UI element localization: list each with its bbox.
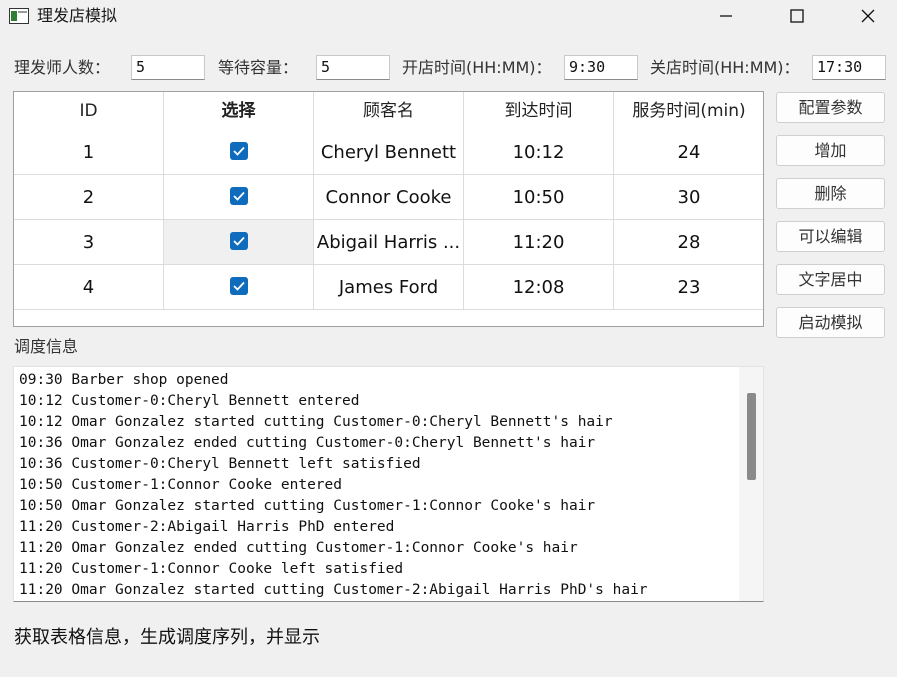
maximize-button[interactable] (774, 0, 820, 32)
log-lines: 09:30 Barber shop opened 10:12 Customer-… (19, 370, 737, 601)
title-bar: 理发店模拟 (0, 0, 897, 32)
cell-id[interactable]: 1 (14, 130, 164, 175)
minimize-button[interactable] (703, 0, 749, 32)
log-label: 调度信息 (14, 337, 79, 356)
close-icon (861, 9, 875, 23)
log-scrollbar[interactable] (739, 367, 763, 601)
table-row[interactable]: 3 Abigail Harris ... 11:20 28 (14, 220, 763, 265)
log-line: 11:20 Customer-1:Connor Cooke left satis… (19, 561, 404, 577)
add-button[interactable]: 增加 (776, 135, 885, 166)
close-button[interactable] (845, 0, 891, 32)
log-textarea[interactable]: 09:30 Barber shop opened 10:12 Customer-… (13, 366, 764, 602)
editable-button[interactable]: 可以编辑 (776, 221, 885, 252)
log-line: 10:12 Customer-0:Cheryl Bennett entered (19, 393, 360, 409)
checkmark-icon (232, 236, 245, 246)
cell-select[interactable] (164, 220, 314, 265)
scrollbar-thumb[interactable] (747, 393, 756, 480)
column-header-id[interactable]: ID (14, 92, 164, 130)
checkbox[interactable] (229, 232, 248, 250)
cell-name[interactable]: Abigail Harris ... (314, 220, 464, 265)
cell-service[interactable]: 28 (614, 220, 763, 265)
checkbox[interactable] (229, 187, 248, 205)
config-button[interactable]: 配置参数 (776, 92, 885, 123)
cell-id[interactable]: 4 (14, 265, 164, 310)
cell-service[interactable]: 24 (614, 130, 763, 175)
cell-select[interactable] (164, 175, 314, 220)
close-time-input[interactable]: 17:30 (812, 55, 886, 80)
checkbox[interactable] (229, 142, 248, 160)
cell-arrival[interactable]: 10:12 (464, 130, 614, 175)
cell-service[interactable]: 23 (614, 265, 763, 310)
window-title: 理发店模拟 (37, 6, 118, 25)
log-line: 10:50 Omar Gonzalez started cutting Cust… (19, 498, 596, 514)
cell-name[interactable]: Cheryl Bennett (314, 130, 464, 175)
cell-arrival[interactable]: 12:08 (464, 265, 614, 310)
table-header: ID 选择 顾客名 到达时间 服务时间(min) (14, 92, 763, 130)
column-header-name[interactable]: 顾客名 (314, 92, 464, 130)
cell-arrival[interactable]: 10:50 (464, 175, 614, 220)
barbers-input[interactable]: 5 (131, 55, 205, 80)
cell-name[interactable]: James Ford (314, 265, 464, 310)
center-text-button[interactable]: 文字居中 (776, 264, 885, 295)
close-time-label: 关店时间(HH:MM)： (650, 58, 800, 77)
log-line: 10:36 Customer-0:Cheryl Bennett left sat… (19, 456, 421, 472)
log-line: 11:20 Customer-2:Abigail Harris PhD ente… (19, 519, 395, 535)
cell-name[interactable]: Connor Cooke (314, 175, 464, 220)
app-window-icon (9, 8, 29, 24)
checkmark-icon (232, 281, 245, 291)
column-header-arrival[interactable]: 到达时间 (464, 92, 614, 130)
cell-select[interactable] (164, 130, 314, 175)
start-simulation-button[interactable]: 启动模拟 (776, 307, 885, 338)
table-row[interactable]: 2 Connor Cooke 10:50 30 (14, 175, 763, 220)
customer-table[interactable]: ID 选择 顾客名 到达时间 服务时间(min) 1 Cheryl Bennet… (13, 91, 764, 327)
cell-select[interactable] (164, 265, 314, 310)
log-line: 09:30 Barber shop opened (19, 372, 229, 388)
column-header-service[interactable]: 服务时间(min) (614, 92, 763, 130)
column-header-select[interactable]: 选择 (164, 92, 314, 130)
cell-arrival[interactable]: 11:20 (464, 220, 614, 265)
log-line: 10:12 Omar Gonzalez started cutting Cust… (19, 414, 613, 430)
checkmark-icon (232, 146, 245, 156)
cell-id[interactable]: 3 (14, 220, 164, 265)
maximize-icon (790, 9, 804, 23)
open-time-input[interactable]: 9:30 (564, 55, 638, 80)
cell-service[interactable]: 30 (614, 175, 763, 220)
log-line: 11:20 Omar Gonzalez started cutting Cust… (19, 582, 648, 598)
minimize-icon (720, 15, 732, 17)
capacity-input[interactable]: 5 (316, 55, 390, 80)
log-line: 11:20 Omar Gonzalez ended cutting Custom… (19, 540, 578, 556)
checkbox[interactable] (229, 277, 248, 295)
table-row[interactable]: 4 James Ford 12:08 23 (14, 265, 763, 310)
cell-id[interactable]: 2 (14, 175, 164, 220)
barbers-label: 理发师人数： (14, 58, 111, 77)
delete-button[interactable]: 删除 (776, 178, 885, 209)
log-line: 10:50 Customer-1:Connor Cooke entered (19, 477, 343, 493)
checkmark-icon (232, 191, 245, 201)
log-line: 10:36 Omar Gonzalez ended cutting Custom… (19, 435, 596, 451)
open-time-label: 开店时间(HH:MM)： (402, 58, 552, 77)
status-text: 获取表格信息，生成调度序列，并显示 (14, 627, 320, 648)
capacity-label: 等待容量： (218, 58, 299, 77)
table-row[interactable]: 1 Cheryl Bennett 10:12 24 (14, 130, 763, 175)
